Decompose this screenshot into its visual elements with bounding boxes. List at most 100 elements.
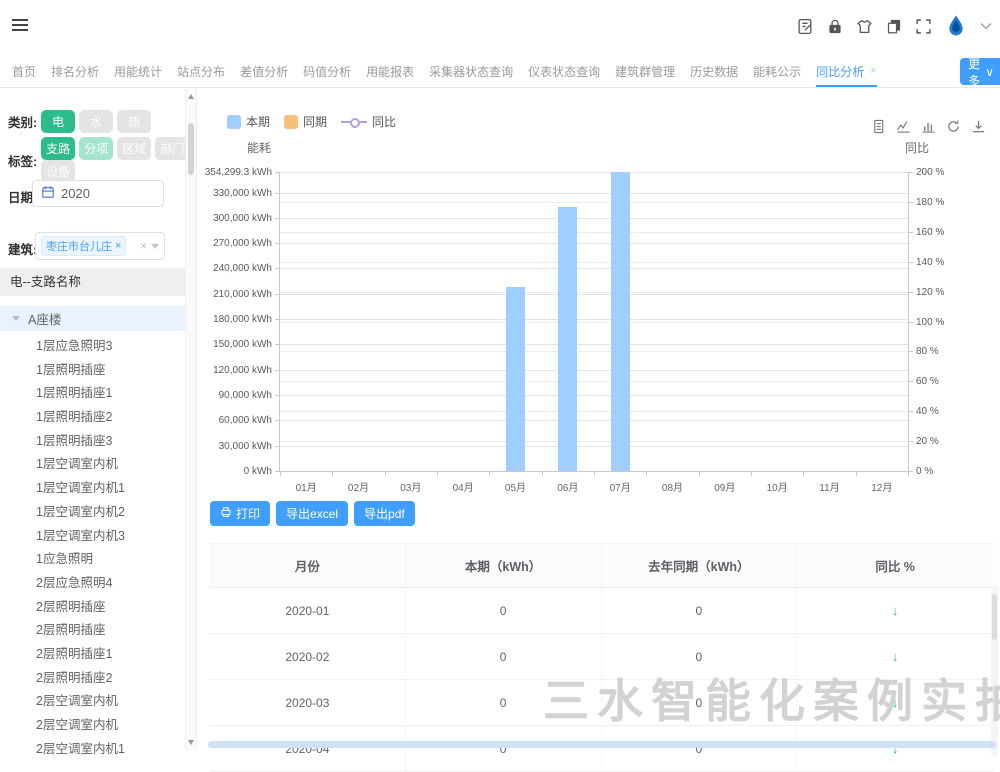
left-axis-label: 60,000 kWh [182,415,272,426]
tab-用能统计[interactable]: 用能统计 [114,55,162,87]
tree-item[interactable]: 1应急照明 [0,548,186,572]
date-value: 2020 [61,186,90,201]
table-cell: 0 [406,634,602,679]
main-panel: 本期同期同比 能耗 同比 200 %180 %160 %140 %120 %10… [205,89,1000,750]
legend-item-同比[interactable]: 同比 [341,113,396,130]
scroll-up-icon[interactable] [188,94,194,99]
caret-down-icon[interactable] [12,316,20,321]
tag-button-区域[interactable]: 区域 [117,137,151,160]
table-row: 2020-0200↓ [210,634,993,680]
table-cell: 0 [602,726,798,771]
tree-item[interactable]: 2层照明插座 [0,596,186,620]
trend-down-icon: ↓ [892,649,899,664]
more-button[interactable]: 更多∨ [960,58,1000,85]
tree-item[interactable]: 1层照明插座3 [0,430,186,454]
tree-item[interactable]: 1层照明插座1 [0,382,186,406]
tag-close-icon[interactable]: × [115,240,121,252]
left-axis-label: 210,000 kWh [182,289,272,300]
bar-本期-05月[interactable] [506,287,525,471]
tab-仪表状态查询[interactable]: 仪表状态查询 [528,55,600,87]
legend-item-同期[interactable]: 同期 [284,113,327,130]
save-image-icon[interactable] [971,119,986,134]
chevron-down-icon[interactable] [980,22,992,30]
left-axis-label: 240,000 kWh [182,263,272,274]
gridline [280,292,908,293]
table-scrollbar[interactable] [991,586,998,756]
tree-item[interactable]: 1层照明插座2 [0,406,186,430]
bar-本期-06月[interactable] [558,207,577,471]
tree-item[interactable]: 2层照明插座1 [0,643,186,667]
tab-建筑群管理[interactable]: 建筑群管理 [615,55,675,87]
horizontal-scrollbar[interactable] [208,741,996,748]
bar-本期-07月[interactable] [611,172,630,471]
table-header-cell: 去年同期（kWh） [602,544,798,587]
table-cell-trend: ↓ [797,634,993,679]
menu-icon[interactable] [12,19,28,33]
gridline [280,202,908,203]
gridline [280,322,908,323]
tab-close-icon[interactable]: × [870,65,876,77]
x-axis-label: 01月 [280,479,332,494]
tree-item[interactable]: 1层照明插座 [0,359,186,383]
tab-差值分析[interactable]: 差值分析 [240,55,288,87]
tree-item[interactable]: 1层空调室内机2 [0,501,186,525]
export-excel-button[interactable]: 导出excel [276,501,348,526]
theme-shirt-icon[interactable] [856,18,873,35]
left-axis-label: 300,000 kWh [182,213,272,224]
right-axis-label: 180 % [916,197,944,208]
tree-item[interactable]: 1层应急照明3 [0,335,186,359]
tree-item[interactable]: 2层应急照明4 [0,572,186,596]
data-view-icon[interactable] [871,119,886,134]
tree-item[interactable]: 2层空调室内机 [0,714,186,738]
calendar-icon [41,185,55,202]
tab-历史数据[interactable]: 历史数据 [690,55,738,87]
lock-icon[interactable] [827,18,843,35]
tree-node-parent[interactable]: A座楼 [0,306,186,331]
clear-icon[interactable]: × [140,239,147,253]
axis-tick [489,471,490,476]
tab-站点分布[interactable]: 站点分布 [177,55,225,87]
tab-用能报表[interactable]: 用能报表 [366,55,414,87]
table-cell-trend: ↓ [797,726,993,771]
tag-button-分项[interactable]: 分项 [79,137,113,160]
gridline [280,232,908,233]
table-header-row: 月份本期（kWh）去年同期（kWh）同比 % [210,543,993,588]
tab-码值分析[interactable]: 码值分析 [303,55,351,87]
topbar [0,0,1000,55]
journal-edit-icon[interactable] [797,18,814,35]
tree-item[interactable]: 2层照明插座2 [0,667,186,691]
tree-item[interactable]: 1层空调室内机 [0,453,186,477]
tab-能耗公示[interactable]: 能耗公示 [753,55,801,87]
tab-采集器状态查询[interactable]: 采集器状态查询 [429,55,513,87]
tab-首页[interactable]: 首页 [12,55,36,87]
category-button-水[interactable]: 水 [79,110,113,133]
tree-item[interactable]: 2层照明插座 [0,619,186,643]
table-cell: 2020-02 [210,634,406,679]
tag-button-支路[interactable]: 支路 [41,137,75,160]
export-pdf-button[interactable]: 导出pdf [354,501,415,526]
line-chart-icon[interactable] [896,119,911,134]
axis-tick [437,471,438,476]
scroll-down-icon[interactable] [188,740,194,745]
restore-icon[interactable] [946,119,961,134]
legend-item-本期[interactable]: 本期 [227,113,270,130]
building-select[interactable]: 枣庄市台儿庄 × × [35,232,165,260]
tab-同比分析[interactable]: 同比分析× [816,55,876,87]
right-axis-label: 80 % [916,346,939,357]
tree-item[interactable]: 1层空调室内机1 [0,477,186,501]
print-button[interactable]: 打印 [210,501,270,526]
x-axis-label: 02月 [332,479,384,494]
table-cell: 0 [602,588,798,633]
left-axis-label: 330,000 kWh [182,188,272,199]
logo-water-drop-icon[interactable] [945,14,967,38]
category-button-电[interactable]: 电 [41,110,75,133]
tab-排名分析[interactable]: 排名分析 [51,55,99,87]
date-input[interactable]: 2020 [32,180,164,207]
fullscreen-icon[interactable] [915,18,932,35]
category-button-热[interactable]: 热 [117,110,151,133]
left-axis-label: 180,000 kWh [182,314,272,325]
bar-chart-icon[interactable] [921,119,936,134]
tree-item[interactable]: 1层空调室内机3 [0,525,186,549]
tree-item[interactable]: 2层空调室内机 [0,690,186,714]
copy-icon[interactable] [886,18,902,35]
